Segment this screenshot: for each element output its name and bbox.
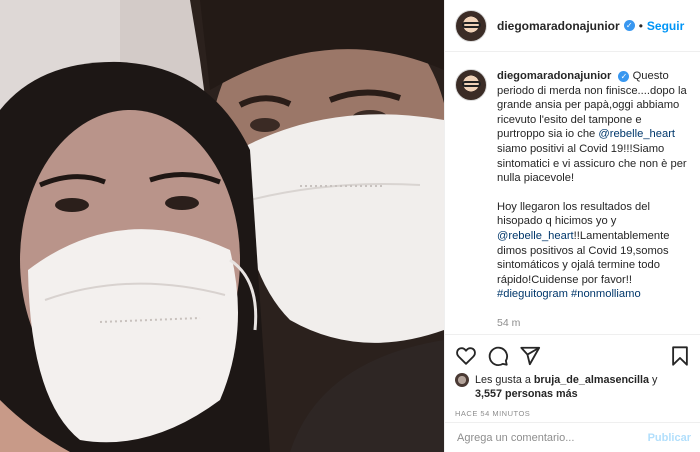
caption-timestamp: 54 m <box>497 316 521 329</box>
likes-summary: Les gusta a bruja_de_almasencilla y 3,55… <box>455 373 691 401</box>
verified-badge-icon: ✓ <box>623 20 635 31</box>
bookmark-icon[interactable] <box>669 345 691 367</box>
hashtag-link[interactable]: #dieguitogram <box>497 288 568 300</box>
post-timestamp[interactable]: HACE 54 MINUTOS <box>455 409 691 418</box>
post-photo[interactable] <box>0 0 444 452</box>
comments-area: diegomaradonajunior ✓ Questo periodo di … <box>445 53 700 334</box>
comment-input[interactable] <box>457 431 648 444</box>
author-username[interactable]: diegomaradonajunior <box>497 19 620 33</box>
caption-avatar[interactable] <box>455 69 487 101</box>
paper-plane-icon[interactable] <box>519 345 541 367</box>
author-avatar[interactable] <box>455 9 487 42</box>
post-side-panel: diegomaradonajunior ✓ • Seguir diegomara… <box>444 0 700 452</box>
follow-button[interactable]: Seguir <box>647 19 684 33</box>
caption-spanish-part-1: Hoy llegaron los resultados del hisopado… <box>497 200 650 228</box>
hashtag-link[interactable]: #nonmolliamo <box>571 288 641 300</box>
post-actions: Les gusta a bruja_de_almasencilla y 3,55… <box>445 334 700 418</box>
add-comment-bar: Publicar <box>445 422 700 452</box>
action-icons <box>455 341 691 371</box>
comment-icon[interactable] <box>487 345 509 367</box>
liker-username[interactable]: bruja_de_almasencilla <box>534 374 649 386</box>
liker-avatar[interactable] <box>455 373 469 387</box>
verified-badge-icon: ✓ <box>618 70 630 82</box>
caption-text: diegomaradonajunior ✓ Questo periodo di … <box>497 69 691 331</box>
separator-dot: • <box>638 18 643 33</box>
likes-text: Les gusta a bruja_de_almasencilla y 3,55… <box>475 373 657 401</box>
caption-row: diegomaradonajunior ✓ Questo periodo di … <box>455 69 691 331</box>
post-header: diegomaradonajunior ✓ • Seguir <box>445 0 700 52</box>
caption-italian-part-2: siamo positivi al Covid 19!!!Siamo sinto… <box>497 142 687 185</box>
heart-icon[interactable] <box>455 345 477 367</box>
likes-joiner: y <box>649 374 658 386</box>
publish-button[interactable]: Publicar <box>648 432 691 444</box>
caption-username[interactable]: diegomaradonajunior <box>497 70 611 82</box>
mention-link[interactable]: @rebelle_heart <box>598 128 675 140</box>
likes-count[interactable]: 3,557 personas más <box>475 388 578 400</box>
likes-prefix: Les gusta a <box>475 374 534 386</box>
mention-link[interactable]: @rebelle_heart <box>497 230 574 242</box>
selfie-illustration <box>0 0 444 452</box>
